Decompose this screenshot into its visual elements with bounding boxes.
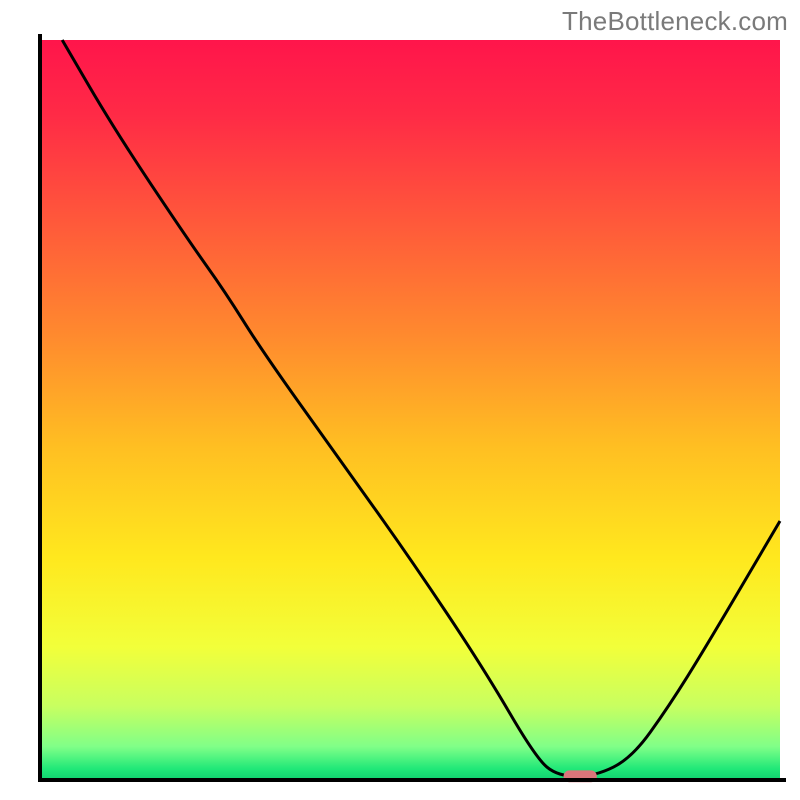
- watermark-label: TheBottleneck.com: [562, 6, 788, 37]
- bottleneck-chart: TheBottleneck.com: [0, 0, 800, 800]
- gradient-panel: [40, 40, 780, 780]
- chart-svg: [0, 0, 800, 800]
